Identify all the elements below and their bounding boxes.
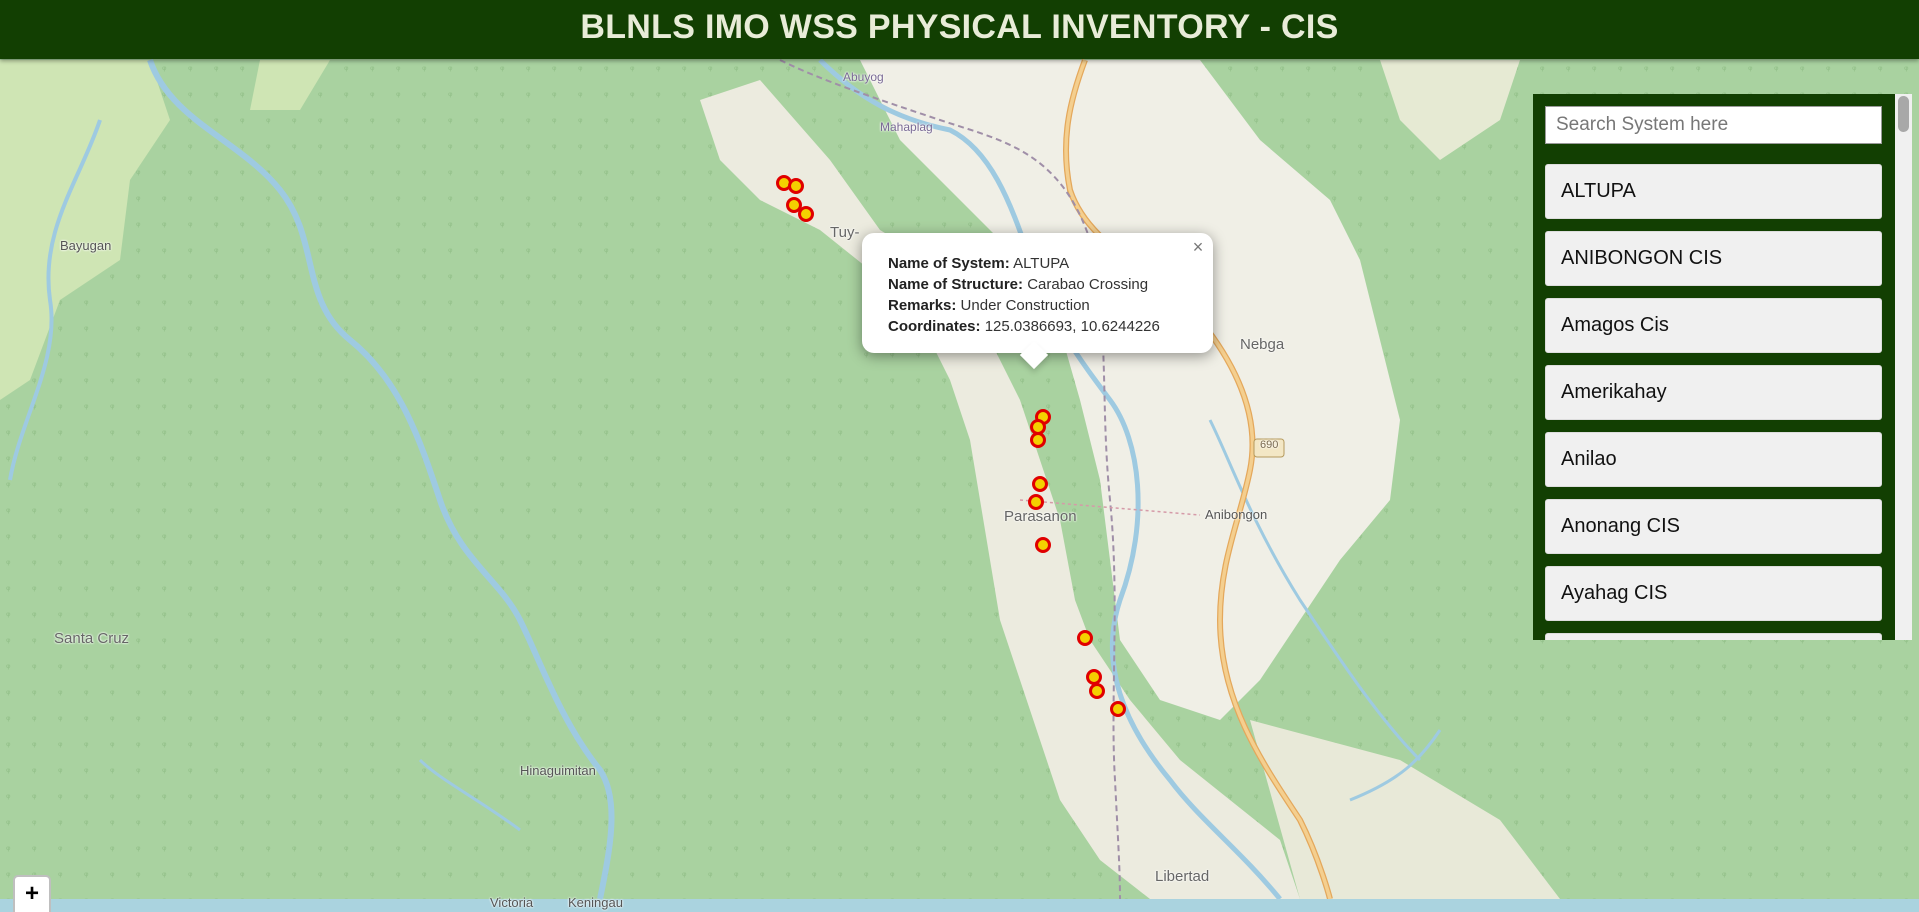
map-marker[interactable] <box>788 178 804 194</box>
place-label: Hinaguimitan <box>520 763 596 778</box>
zoom-in-button[interactable]: + <box>15 877 49 912</box>
system-list-item[interactable] <box>1545 633 1882 640</box>
system-list-item[interactable]: Amagos Cis <box>1545 298 1882 353</box>
place-label: Keningau <box>568 895 623 910</box>
panel-scrollbar[interactable] <box>1895 94 1912 640</box>
map-marker[interactable] <box>1110 701 1126 717</box>
system-list-item[interactable]: Anonang CIS <box>1545 499 1882 554</box>
map-marker[interactable] <box>1030 432 1046 448</box>
map-marker[interactable] <box>1089 683 1105 699</box>
place-label: Santa Cruz <box>54 630 130 647</box>
search-input[interactable] <box>1545 106 1882 144</box>
popup-structure-label: Name of Structure: <box>888 276 1024 293</box>
place-label: Abuyog <box>843 70 884 84</box>
map-marker[interactable] <box>798 206 814 222</box>
system-list-item[interactable]: ANIBONGON CIS <box>1545 231 1882 286</box>
map-marker[interactable] <box>1035 537 1051 553</box>
marker-popup: × Name of System: ALTUPA Name of Structu… <box>862 233 1213 370</box>
popup-structure-value: Carabao Crossing <box>1027 276 1149 293</box>
close-icon[interactable]: × <box>1189 237 1207 258</box>
place-label: Victoria <box>490 895 534 910</box>
map-marker[interactable] <box>1077 630 1093 646</box>
system-list-item[interactable]: Amerikahay <box>1545 365 1882 420</box>
place-label: Anibongon <box>1205 507 1268 522</box>
place-label: Mahaplag <box>880 120 933 134</box>
popup-coordinates-row: Coordinates: 125.0386693, 10.6244226 <box>888 316 1189 337</box>
place-label: Parasanon <box>1004 508 1077 525</box>
system-list: ALTUPA ANIBONGON CIS Amagos Cis Amerikahay A… <box>1545 164 1883 640</box>
page-title: BLNLS IMO WSS PHYSICAL INVENTORY - CIS <box>0 0 1919 59</box>
system-list-item[interactable]: Anilao <box>1545 432 1882 487</box>
popup-remarks-value: Under Construction <box>960 297 1090 314</box>
popup-structure-row: Name of Structure: Carabao Crossing <box>888 274 1189 295</box>
zoom-control: + − <box>13 875 51 912</box>
system-list-item[interactable]: Ayahag CIS <box>1545 566 1882 621</box>
map-marker[interactable] <box>1032 476 1048 492</box>
system-list-panel: ALTUPA ANIBONGON CIS Amagos Cis Amerikahay A… <box>1533 94 1895 640</box>
popup-system-label: Name of System: <box>888 255 1010 272</box>
place-label: Bayugan <box>60 238 112 253</box>
place-label: Libertad <box>1155 868 1210 885</box>
system-list-item[interactable]: ALTUPA <box>1545 164 1882 219</box>
popup-coordinates-label: Coordinates: <box>888 318 981 335</box>
popup-remarks-label: Remarks: <box>888 297 957 314</box>
popup-coordinates-value: 125.0386693, 10.6244226 <box>984 318 1160 335</box>
scrollbar-thumb[interactable] <box>1898 96 1909 132</box>
popup-system-value: ALTUPA <box>1013 255 1070 272</box>
popup-remarks-row: Remarks: Under Construction <box>888 295 1189 316</box>
popup-system-row: Name of System: ALTUPA <box>888 253 1189 274</box>
map-marker[interactable] <box>1028 494 1044 510</box>
road-shield-label: 690 <box>1260 439 1279 451</box>
place-label: Nebga <box>1240 336 1285 353</box>
place-label: Tuy- <box>830 224 860 241</box>
